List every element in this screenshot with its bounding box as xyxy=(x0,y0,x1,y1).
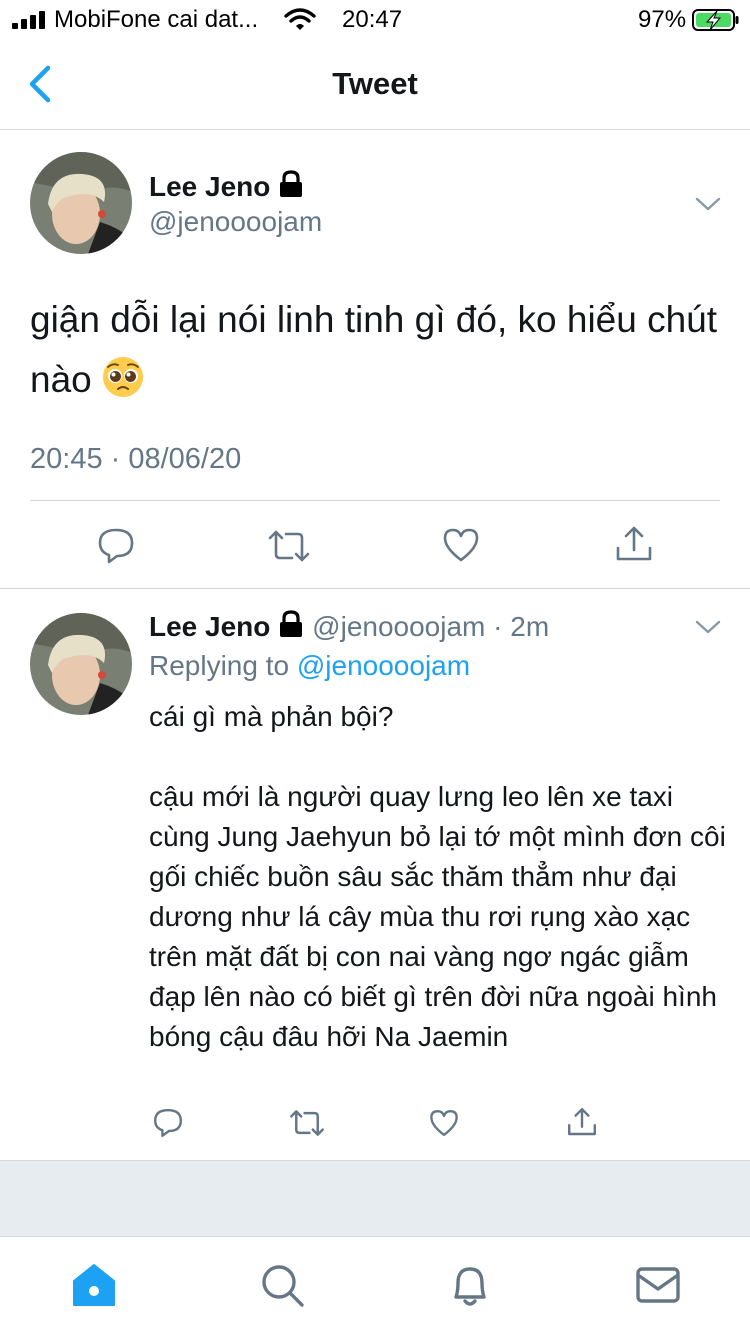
page-title: Tweet xyxy=(332,66,418,101)
retweet-icon[interactable] xyxy=(266,528,312,564)
home-icon[interactable] xyxy=(70,1261,118,1309)
status-time: 20:47 xyxy=(342,6,403,33)
divider xyxy=(30,500,720,501)
tweet-actions xyxy=(0,520,750,570)
replying-prefix: Replying to xyxy=(149,650,297,681)
like-icon[interactable] xyxy=(428,1108,460,1138)
reply-paragraph: cậu mới là người quay lưng leo lên xe ta… xyxy=(149,781,726,1052)
messages-icon[interactable] xyxy=(634,1261,682,1309)
chevron-down-icon[interactable] xyxy=(695,196,721,212)
tweet-timestamp[interactable]: 20:45 · 08/06/20 xyxy=(30,443,241,476)
avatar[interactable] xyxy=(30,613,132,715)
lock-icon xyxy=(280,170,303,197)
pleading-face-emoji xyxy=(103,357,144,397)
battery-percent: 97% xyxy=(638,6,687,33)
status-bar: MobiFone cai dat... 20:47 97% xyxy=(0,0,750,40)
author-name[interactable]: Lee Jeno xyxy=(149,170,304,203)
timeline-background xyxy=(0,1160,750,1236)
divider xyxy=(0,588,750,589)
notifications-icon[interactable] xyxy=(446,1261,494,1309)
separator-dot: · xyxy=(493,611,503,642)
replying-to: Replying to @jenoooojam xyxy=(149,650,470,682)
reply-paragraph: cái gì mà phản bội? xyxy=(149,701,394,732)
reply-text: cái gì mà phản bội? cậu mới là người qua… xyxy=(149,697,729,1057)
lock-icon xyxy=(280,610,303,637)
tweet-text: giận dỗi lại nói linh tinh gì đó, ko hiể… xyxy=(30,290,720,410)
cellular-signal-icon xyxy=(12,11,45,29)
author-handle[interactable]: @jenoooojam xyxy=(312,611,485,642)
reply-actions xyxy=(0,1102,750,1146)
reply-header: Lee Jeno @jenoooojam · 2m xyxy=(149,610,549,643)
replying-to-link[interactable]: @jenoooojam xyxy=(297,650,470,681)
avatar[interactable] xyxy=(30,152,132,254)
navigation-bar: Tweet xyxy=(0,40,750,130)
display-name[interactable]: Lee Jeno xyxy=(149,171,270,202)
reply-icon[interactable] xyxy=(152,1106,184,1140)
search-icon[interactable] xyxy=(258,1261,306,1309)
like-icon[interactable] xyxy=(441,526,481,564)
share-icon[interactable] xyxy=(614,524,654,564)
tweet-age[interactable]: 2m xyxy=(510,611,549,642)
retweet-icon[interactable] xyxy=(288,1108,326,1138)
carrier-name: MobiFone cai dat... xyxy=(54,6,259,33)
chevron-down-icon[interactable] xyxy=(695,619,721,635)
tab-bar xyxy=(0,1236,750,1334)
author-handle[interactable]: @jenoooojam xyxy=(149,206,322,238)
reply-icon[interactable] xyxy=(96,526,136,566)
share-icon[interactable] xyxy=(566,1104,598,1140)
display-name[interactable]: Lee Jeno xyxy=(149,611,270,642)
battery-charging-icon xyxy=(692,9,739,31)
wifi-icon xyxy=(284,8,316,30)
